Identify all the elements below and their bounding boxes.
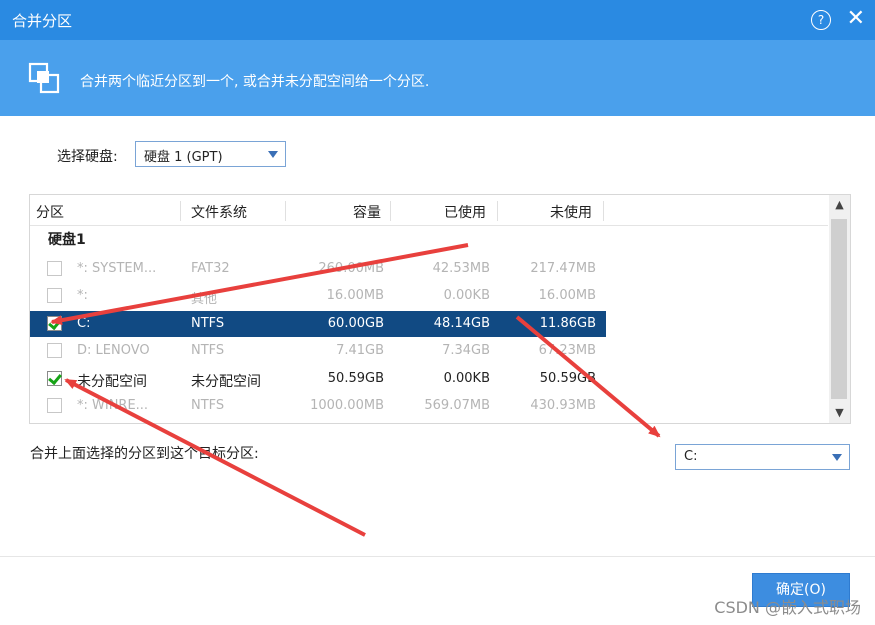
scroll-thumb[interactable] xyxy=(831,219,847,399)
partition-name: 未分配空间 xyxy=(77,374,147,390)
partition-filesystem: NTFS xyxy=(191,398,225,413)
column-filesystem[interactable]: 文件系统 xyxy=(191,202,247,222)
merge-target-select[interactable]: C: xyxy=(675,444,850,470)
partition-used: 48.14GB xyxy=(433,316,490,331)
chevron-down-icon xyxy=(268,151,278,158)
partition-free: 430.93MB xyxy=(530,398,596,413)
scroll-down-icon[interactable]: ▼ xyxy=(829,403,850,423)
table-row[interactable]: *: SYSTEM... FAT32 260.00MB 42.53MB 217.… xyxy=(30,256,606,282)
partition-used: 42.53MB xyxy=(432,261,490,276)
info-banner: 合并两个临近分区到一个, 或合并未分配空间给一个分区. xyxy=(0,40,875,116)
partition-filesystem: NTFS xyxy=(191,343,225,358)
vertical-scrollbar[interactable]: ▲ ▼ xyxy=(829,195,850,423)
column-capacity[interactable]: 容量 xyxy=(353,202,381,222)
partition-filesystem: FAT32 xyxy=(191,261,230,276)
chevron-down-icon xyxy=(832,454,842,461)
table-row[interactable]: *: WINRE... NTFS 1000.00MB 569.07MB 430.… xyxy=(30,393,606,419)
partition-name: D: LENOVO xyxy=(77,343,150,358)
window-title: 合并分区 xyxy=(12,12,73,30)
partition-used: 0.00KB xyxy=(443,371,490,386)
table-row[interactable]: D: LENOVO NTFS 7.41GB 7.34GB 67.23MB xyxy=(30,338,606,364)
scroll-up-icon[interactable]: ▲ xyxy=(829,195,850,215)
row-checkbox[interactable] xyxy=(47,398,62,413)
disk-select-label: 选择硬盘: xyxy=(57,149,118,165)
partition-used: 7.34GB xyxy=(442,343,490,358)
merge-partition-icon xyxy=(28,62,60,94)
table-header: 分区 文件系统 容量 已使用 未使用 xyxy=(30,195,828,226)
close-icon[interactable]: ✕ xyxy=(847,6,865,32)
partition-filesystem: 未分配空间 xyxy=(191,374,261,390)
column-free[interactable]: 未使用 xyxy=(550,202,592,222)
merge-target-value: C: xyxy=(684,449,698,464)
partition-capacity: 1000.00MB xyxy=(310,398,384,413)
banner-text: 合并两个临近分区到一个, 或合并未分配空间给一个分区. xyxy=(80,74,430,90)
partition-free: 16.00MB xyxy=(538,288,596,303)
partition-free: 67.23MB xyxy=(538,343,596,358)
column-divider xyxy=(497,201,498,221)
partition-filesystem: NTFS xyxy=(191,316,225,331)
column-partition[interactable]: 分区 xyxy=(36,202,64,222)
partition-filesystem: 其他 xyxy=(191,292,218,307)
partition-free: 50.59GB xyxy=(539,371,596,386)
partition-name: *: SYSTEM... xyxy=(77,261,157,276)
watermark: CSDN @嵌入式职场 xyxy=(714,598,861,617)
table-row[interactable]: C: NTFS 60.00GB 48.14GB 11.86GB xyxy=(30,311,606,337)
partition-name: *: WINRE... xyxy=(77,398,149,413)
partition-used: 0.00KB xyxy=(443,288,490,303)
title-bar: 合并分区 ? ✕ xyxy=(0,0,875,40)
row-checkbox[interactable] xyxy=(47,371,62,386)
partition-capacity: 7.41GB xyxy=(336,343,384,358)
row-checkbox[interactable] xyxy=(47,288,62,303)
disk-select-value: 硬盘 1 (GPT) xyxy=(144,150,223,165)
table-row[interactable]: 未分配空间 未分配空间 50.59GB 0.00KB 50.59GB xyxy=(30,366,606,392)
partition-free: 217.47MB xyxy=(530,261,596,276)
column-used[interactable]: 已使用 xyxy=(444,202,486,222)
disk-group-label: 硬盘1 xyxy=(48,232,86,248)
disk-select[interactable]: 硬盘 1 (GPT) xyxy=(135,141,286,167)
partition-capacity: 50.59GB xyxy=(327,371,384,386)
partition-name: *: xyxy=(77,288,88,303)
column-divider xyxy=(603,201,604,221)
partition-free: 11.86GB xyxy=(539,316,596,331)
partition-used: 569.07MB xyxy=(424,398,490,413)
partition-name: C: xyxy=(77,316,91,331)
row-checkbox[interactable] xyxy=(47,316,62,331)
partition-table: 分区 文件系统 容量 已使用 未使用 硬盘1 *: SYSTEM... FAT3… xyxy=(29,194,851,424)
column-divider xyxy=(285,201,286,221)
partition-capacity: 16.00MB xyxy=(326,288,384,303)
table-row[interactable]: *: 其他 16.00MB 0.00KB 16.00MB xyxy=(30,283,606,309)
partition-capacity: 60.00GB xyxy=(327,316,384,331)
row-checkbox[interactable] xyxy=(47,343,62,358)
column-divider xyxy=(180,201,181,221)
help-icon[interactable]: ? xyxy=(811,10,831,30)
merge-target-label: 合并上面选择的分区到这个目标分区: xyxy=(30,446,259,462)
row-checkbox[interactable] xyxy=(47,261,62,276)
footer-divider xyxy=(0,556,875,557)
column-divider xyxy=(390,201,391,221)
partition-capacity: 260.00MB xyxy=(318,261,384,276)
